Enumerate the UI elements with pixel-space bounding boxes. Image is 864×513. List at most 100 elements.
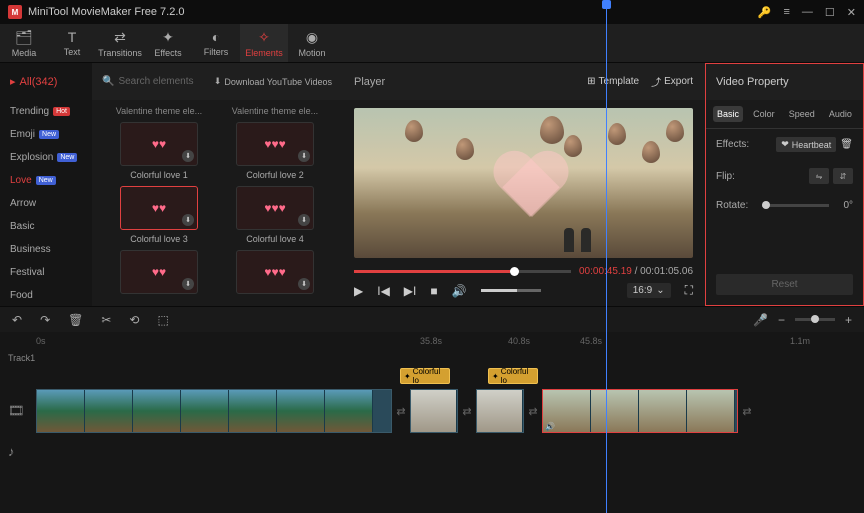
sidebar-item-festival[interactable]: Festival	[0, 261, 92, 284]
timeline-ruler[interactable]: 0s 35.8s 40.8s 45.8s 1.1m	[0, 332, 864, 350]
fx-clip[interactable]: ✦Colorful lo	[488, 368, 538, 384]
download-icon: ⬇	[214, 76, 222, 87]
download-icon[interactable]: ⬇	[298, 278, 310, 290]
audio-track-icon: ♪	[8, 444, 15, 459]
split-button[interactable]: ✂	[101, 313, 111, 327]
sidebar-item-love[interactable]: LoveNew	[0, 169, 92, 192]
fx-clip[interactable]: ✦Colorful lo	[400, 368, 450, 384]
sidebar-item-trending[interactable]: TrendingHot	[0, 100, 92, 123]
chevron-down-icon: ⌄	[656, 285, 664, 296]
effects-label: Effects:	[716, 139, 749, 150]
transition-slot[interactable]: ⇄	[524, 389, 542, 433]
effects-tab[interactable]: ✦Effects	[144, 24, 192, 62]
time-display: 00:00:45.19 / 00:01:05.06	[579, 266, 693, 277]
transitions-tab[interactable]: ⇄Transitions	[96, 24, 144, 62]
thumb-header: Valentine theme ele...	[222, 106, 328, 116]
tab-basic[interactable]: Basic	[713, 106, 743, 122]
download-icon[interactable]: ⬇	[298, 214, 310, 226]
app-title: MiniTool MovieMaker Free 7.2.0	[28, 6, 185, 18]
timeline: 0s 35.8s 40.8s 45.8s 1.1m Track1 ✦Colorf…	[0, 332, 864, 513]
sidebar-item-business[interactable]: Business	[0, 238, 92, 261]
rotate-value: 0°	[843, 200, 853, 211]
element-thumb[interactable]: ♥♥⬇	[106, 250, 212, 298]
track1-label: Track1	[8, 353, 36, 363]
export-button[interactable]: ⤴Export	[651, 74, 693, 89]
reset-button[interactable]: Reset	[716, 274, 853, 295]
motion-tab[interactable]: ◉Motion	[288, 24, 336, 62]
template-button[interactable]: ⊞Template	[587, 74, 639, 89]
video-property-panel: Video Property Basic Color Speed Audio E…	[705, 63, 864, 306]
sidebar-all[interactable]: All(342)	[0, 63, 92, 100]
category-sidebar: All(342) TrendingHotEmojiNewExplosionNew…	[0, 63, 92, 306]
playhead[interactable]	[606, 0, 607, 513]
minimize-icon[interactable]: —	[802, 6, 813, 18]
undo-button[interactable]: ↶	[12, 313, 22, 327]
player-label: Player	[354, 76, 385, 88]
element-thumb[interactable]: ♥♥♥⬇Colorful love 4	[222, 186, 328, 244]
sidebar-item-emoji[interactable]: EmojiNew	[0, 123, 92, 146]
zoom-out-button[interactable]: −	[778, 313, 785, 327]
flip-v-button[interactable]: ⇵	[833, 168, 853, 184]
element-browser: 🔍Search elements ⬇Download YouTube Video…	[92, 63, 342, 306]
delete-button[interactable]: 🗑	[68, 313, 83, 327]
download-icon[interactable]: ⬇	[298, 150, 310, 162]
text-tab[interactable]: TText	[48, 24, 96, 62]
tab-color[interactable]: Color	[749, 106, 779, 122]
maximize-icon[interactable]: ☐	[825, 6, 835, 19]
zoom-in-button[interactable]: +	[845, 313, 852, 327]
sidebar-item-basic[interactable]: Basic	[0, 215, 92, 238]
media-tab[interactable]: 🗂Media	[0, 24, 48, 62]
player-panel: Player ⊞Template ⤴Export 00:00:45	[342, 63, 705, 306]
scrub-bar[interactable]	[354, 270, 571, 273]
rotate-label: Rotate:	[716, 200, 748, 211]
video-clip[interactable]	[36, 389, 392, 433]
element-thumb[interactable]: ♥♥⬇Colorful love 1	[106, 122, 212, 180]
sidebar-item-food[interactable]: Food	[0, 284, 92, 306]
flip-h-button[interactable]: ⇋	[809, 168, 829, 184]
transition-slot[interactable]: ⇄	[458, 389, 476, 433]
redo-button[interactable]: ↷	[40, 313, 50, 327]
tab-speed[interactable]: Speed	[785, 106, 819, 122]
rotate-slider[interactable]	[762, 204, 829, 207]
download-youtube-link[interactable]: ⬇Download YouTube Videos	[214, 76, 332, 87]
stop-button[interactable]: ■	[430, 284, 437, 298]
filters-tab[interactable]: ◐Filters	[192, 24, 240, 62]
download-icon[interactable]: ⬇	[182, 150, 194, 162]
sidebar-item-arrow[interactable]: Arrow	[0, 192, 92, 215]
video-clip[interactable]	[410, 389, 458, 433]
effects-chip[interactable]: ❤Heartbeat	[776, 137, 836, 152]
volume-icon[interactable]: 🔊	[452, 284, 467, 298]
clip-audio-icon[interactable]: 🔊	[545, 422, 555, 431]
download-icon[interactable]: ⬇	[182, 278, 194, 290]
mic-icon[interactable]: 🎤	[753, 313, 768, 327]
search-input[interactable]: 🔍Search elements	[102, 76, 194, 87]
transition-slot[interactable]: ⇄	[392, 389, 410, 433]
video-clip-selected[interactable]: 🔊	[542, 389, 738, 433]
download-icon[interactable]: ⬇	[182, 214, 194, 226]
elements-tab[interactable]: ✧Elements	[240, 24, 288, 62]
element-thumb[interactable]: ♥♥⬇Colorful love 3	[106, 186, 212, 244]
thumb-header: Valentine theme ele...	[106, 106, 212, 116]
app-logo: M	[8, 5, 22, 19]
element-thumb[interactable]: ♥♥♥⬇Colorful love 2	[222, 122, 328, 180]
sidebar-item-explosion[interactable]: ExplosionNew	[0, 146, 92, 169]
element-thumb[interactable]: ♥♥♥⬇	[222, 250, 328, 298]
next-frame-button[interactable]: ▶I	[404, 284, 417, 298]
play-button[interactable]: ▶	[354, 284, 363, 298]
crop-button[interactable]: ⬚	[157, 313, 168, 327]
volume-slider[interactable]	[481, 289, 541, 292]
transition-slot[interactable]: ⇄	[738, 389, 756, 433]
zoom-slider[interactable]	[795, 318, 835, 321]
key-icon[interactable]: 🔑	[758, 6, 772, 19]
fullscreen-button[interactable]: ⛶	[685, 283, 693, 298]
prev-frame-button[interactable]: I◀	[377, 284, 390, 298]
delete-effect-icon[interactable]: 🗑	[840, 139, 853, 150]
search-icon: 🔍	[102, 76, 114, 87]
video-clip[interactable]	[476, 389, 524, 433]
close-icon[interactable]: ✕	[847, 6, 856, 19]
aspect-select[interactable]: 16:9⌄	[627, 283, 671, 298]
speed-button[interactable]: ⟲	[129, 313, 139, 327]
preview-viewport[interactable]	[354, 108, 693, 258]
tab-audio[interactable]: Audio	[825, 106, 856, 122]
menu-icon[interactable]: ≡	[783, 6, 789, 18]
